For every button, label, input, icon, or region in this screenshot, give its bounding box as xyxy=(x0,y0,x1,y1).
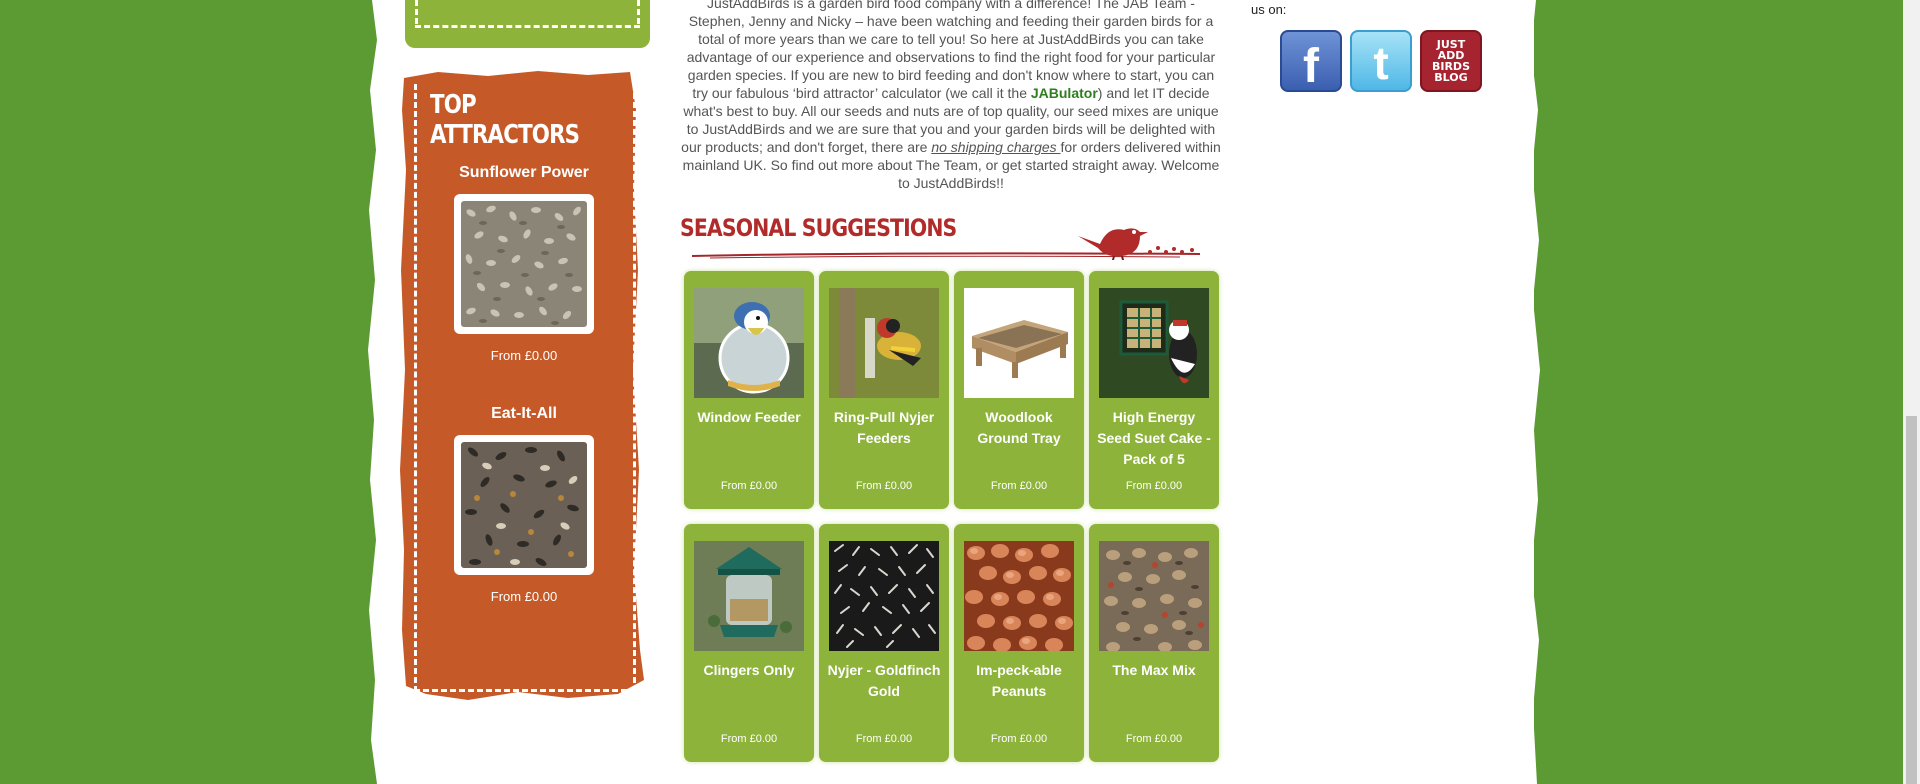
goldfinch-feeder-image xyxy=(829,288,939,398)
attractor-name[interactable]: Eat-It-All xyxy=(414,405,634,423)
top-attractors-title: Top Attractors xyxy=(430,90,580,150)
product-card-the-max-mix[interactable]: The Max Mix From £0.00 xyxy=(1092,527,1216,759)
product-name[interactable]: High Energy Seed Suet Cake - Pack of 5 xyxy=(1095,407,1213,470)
clingers-feeder-image xyxy=(694,541,804,651)
nyjer-seed-image xyxy=(829,541,939,651)
peanuts-image xyxy=(964,541,1074,651)
intro-line: our products; and don't forget, there ar… xyxy=(681,139,932,155)
product-price: From £0.00 xyxy=(720,733,778,745)
product-price: From £0.00 xyxy=(990,733,1048,745)
product-image[interactable] xyxy=(829,288,939,398)
product-price: From £0.00 xyxy=(855,480,913,492)
blog-icon[interactable]: JUST ADD BIRDS BLOG xyxy=(1420,30,1482,92)
product-card-woodlook-ground-tray[interactable]: Woodlook Ground Tray From £0.00 xyxy=(957,274,1081,506)
product-price: From £0.00 xyxy=(720,480,778,492)
sidebar-box-previous xyxy=(405,0,650,48)
attractor-image[interactable] xyxy=(454,435,594,575)
blog-icon-label: JUST ADD BIRDS BLOG xyxy=(1431,38,1470,84)
attractor-item-eat-it-all[interactable]: Eat-It-All From £0.00 xyxy=(414,405,634,604)
product-card-window-feeder[interactable]: Window Feeder From £0.00 xyxy=(687,274,811,506)
intro-line: advantage of our experience and observat… xyxy=(686,49,1216,65)
product-name[interactable]: The Max Mix xyxy=(1095,660,1213,681)
intro-line: try our fabulous ‘bird attractor’ calcul… xyxy=(692,85,1031,101)
product-card-ring-pull-nyjer-feeders[interactable]: Ring-Pull Nyjer Feeders From £0.00 xyxy=(822,274,946,506)
product-name[interactable]: Ring-Pull Nyjer Feeders xyxy=(825,407,943,449)
product-price: From £0.00 xyxy=(990,480,1048,492)
intro-line: total of more years than we care to tell… xyxy=(698,31,1204,47)
product-image[interactable] xyxy=(964,541,1074,651)
scrollbar-thumb[interactable] xyxy=(1906,416,1917,784)
page-edge-right xyxy=(1526,0,1540,784)
product-price: From £0.00 xyxy=(855,733,913,745)
product-price: From £0.00 xyxy=(1125,733,1183,745)
product-price: From £0.00 xyxy=(1125,480,1183,492)
product-card-nyjer-goldfinch-gold[interactable]: Nyjer - Goldfinch Gold From £0.00 xyxy=(822,527,946,759)
sunflower-hearts-image xyxy=(461,201,587,327)
ground-tray-image xyxy=(964,288,1074,398)
product-card-im-peck-able-peanuts[interactable]: Im-peck-able Peanuts From £0.00 xyxy=(957,527,1081,759)
attractor-item-sunflower-power[interactable]: Sunflower Power From £0.00 xyxy=(414,164,634,363)
product-image[interactable] xyxy=(1099,288,1209,398)
attractor-name[interactable]: Sunflower Power xyxy=(414,164,634,182)
intro-line: ) and let IT decide xyxy=(1097,85,1210,101)
product-image[interactable] xyxy=(964,288,1074,398)
product-image[interactable] xyxy=(694,288,804,398)
intro-line: garden species. If you are new to bird f… xyxy=(687,67,1215,83)
product-name[interactable]: Woodlook Ground Tray xyxy=(960,407,1078,449)
top-attractors-panel: Top Attractors Sunflower Power xyxy=(398,70,648,710)
attractor-price: From £0.00 xyxy=(490,589,558,604)
intro-line: JustAddBirds is a garden bird food compa… xyxy=(707,0,1195,11)
jabulator-link[interactable]: JABulator xyxy=(1031,85,1098,101)
seasonal-suggestions-title: Seasonal Suggestions xyxy=(680,214,957,242)
intro-line: Stephen, Jenny and Nicky – have been wat… xyxy=(688,13,1214,29)
intro-line: to JustAddBirds!! xyxy=(898,175,1004,191)
max-mix-image xyxy=(1099,541,1209,651)
product-name[interactable]: Window Feeder xyxy=(690,407,808,428)
attractor-price: From £0.00 xyxy=(490,348,558,363)
suet-cake-image xyxy=(1099,288,1209,398)
product-name[interactable]: Clingers Only xyxy=(690,660,808,681)
twitter-icon[interactable]: t xyxy=(1350,30,1412,92)
seasonal-suggestions-heading: Seasonal Suggestions xyxy=(680,214,1210,260)
intro-line: mainland UK. So find out more about The … xyxy=(682,157,1220,173)
page-edge-left xyxy=(368,0,382,784)
window-feeder-image xyxy=(694,288,804,398)
product-image[interactable] xyxy=(694,541,804,651)
page-scrollbar[interactable] xyxy=(1903,0,1920,784)
product-name[interactable]: Im-peck-able Peanuts xyxy=(960,660,1078,702)
intro-paragraph: JustAddBirds is a garden bird food compa… xyxy=(678,0,1224,192)
product-image[interactable] xyxy=(829,541,939,651)
product-card-high-energy-suet-cake[interactable]: High Energy Seed Suet Cake - Pack of 5 F… xyxy=(1092,274,1216,506)
product-name[interactable]: Nyjer - Goldfinch Gold xyxy=(825,660,943,702)
product-image[interactable] xyxy=(1099,541,1209,651)
attractor-image[interactable] xyxy=(454,194,594,334)
facebook-icon[interactable]: f xyxy=(1280,30,1342,93)
no-shipping-charges-link[interactable]: no shipping charges xyxy=(931,139,1060,155)
seed-mix-image xyxy=(461,442,587,568)
follow-us-text: us on: xyxy=(1251,2,1287,17)
intro-line: for orders delivered within xyxy=(1060,139,1221,155)
product-card-clingers-only[interactable]: Clingers Only From £0.00 xyxy=(687,527,811,759)
intro-line: to JustAddBirds and we are sure that you… xyxy=(686,121,1216,137)
intro-line: what's best to buy. All our seeds and nu… xyxy=(683,103,1219,119)
